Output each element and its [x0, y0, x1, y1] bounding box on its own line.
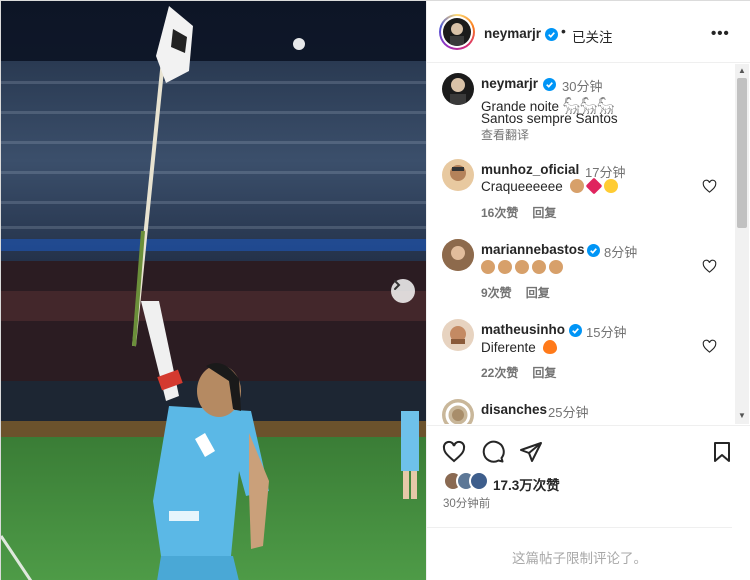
- verified-badge-icon: [569, 322, 582, 340]
- scrollbar-thumb[interactable]: [737, 78, 747, 228]
- commenter-avatar[interactable]: [442, 399, 474, 424]
- stadium-photo: [1, 1, 426, 580]
- commenter-avatar[interactable]: [442, 159, 474, 191]
- avatar-icon: [450, 326, 466, 344]
- comment-text: Craqueeeeee: [481, 177, 621, 195]
- reply-button[interactable]: 回复: [526, 286, 550, 300]
- separator-dot: •: [561, 23, 566, 39]
- follow-status-button[interactable]: 已关注: [572, 26, 613, 46]
- comments-list: neymarjr 30分钟 Grande noite 𓃵𓃵𓃵 Santos se…: [427, 64, 737, 424]
- clap-emoji-icon: [569, 179, 584, 193]
- comment-text: Diferente: [481, 340, 560, 355]
- clap-emoji-icon: [498, 260, 512, 274]
- liker-avatar: [469, 471, 489, 491]
- post-header: neymarjr • 已关注 •••: [427, 1, 750, 63]
- verified-badge-icon: [545, 26, 558, 44]
- avatar-icon: [445, 402, 471, 424]
- comment-text: [481, 260, 566, 275]
- commenter-avatar[interactable]: [442, 319, 474, 351]
- comment-time: 25分钟: [548, 405, 589, 420]
- more-options-icon[interactable]: •••: [711, 25, 730, 42]
- comments-disabled-notice: 这篇帖子限制评论了。: [427, 527, 732, 580]
- post-dialog: neymarjr • 已关注 ••• neymarjr 30分钟 Grande …: [0, 0, 750, 580]
- like-count[interactable]: 17.3万次赞: [493, 474, 560, 494]
- scroll-up-icon[interactable]: ▲: [738, 66, 746, 75]
- heart-eyes-emoji-icon: [603, 179, 618, 193]
- commenter-avatar[interactable]: [442, 239, 474, 271]
- comment-text-body: Diferente: [481, 340, 536, 355]
- chevron-right-icon: [394, 280, 401, 290]
- caption-avatar[interactable]: [442, 73, 474, 105]
- avatar-icon: [442, 239, 474, 271]
- verified-badge-icon: [587, 242, 600, 260]
- comment-meta: 16次赞 回复: [481, 204, 570, 221]
- comment-like-count[interactable]: 16次赞: [481, 206, 518, 220]
- comment-meta: 22次赞 回复: [481, 364, 570, 381]
- clap-emoji-icon: [481, 260, 495, 274]
- comment-username[interactable]: mariannebastos: [481, 242, 585, 257]
- author-username[interactable]: neymarjr: [484, 26, 541, 41]
- caption-line-2: Santos sempre Santos: [481, 111, 618, 126]
- comment-username[interactable]: matheusinho: [481, 322, 565, 337]
- avatar-icon: [450, 23, 464, 46]
- caption-username[interactable]: neymarjr: [481, 76, 538, 91]
- like-heart-icon[interactable]: [442, 440, 466, 464]
- comment-text-body: Craqueeeeee: [481, 179, 563, 194]
- see-translation-link[interactable]: 查看翻译: [481, 126, 529, 143]
- fire-emoji-icon: [542, 340, 557, 354]
- post-actions: 17.3万次赞 30分钟前: [427, 425, 750, 535]
- comment-bubble-icon[interactable]: [481, 440, 505, 464]
- comments-scrollbar[interactable]: ▲ ▼: [735, 64, 749, 424]
- comment-time: 8分钟: [604, 245, 638, 260]
- comment-username[interactable]: munhoz_oficial: [481, 162, 579, 177]
- heart-emoji-icon: [585, 177, 603, 195]
- comment-username[interactable]: disanches: [481, 402, 547, 417]
- reply-button[interactable]: 回复: [532, 366, 556, 380]
- comment-time: 15分钟: [586, 325, 627, 340]
- like-comment-heart-icon[interactable]: [702, 339, 717, 354]
- comment-like-count[interactable]: 22次赞: [481, 366, 518, 380]
- avatar-icon: [450, 165, 466, 181]
- clap-emoji-icon: [532, 260, 546, 274]
- comment-meta: 9次赞 回复: [481, 284, 564, 301]
- post-photo: [1, 1, 426, 580]
- save-bookmark-icon[interactable]: [710, 440, 734, 464]
- author-avatar[interactable]: [439, 14, 475, 50]
- share-send-icon[interactable]: [519, 440, 543, 464]
- clap-emoji-icon: [515, 260, 529, 274]
- clap-emoji-icon: [549, 260, 563, 274]
- comment-like-count[interactable]: 9次赞: [481, 286, 512, 300]
- post-sidebar: neymarjr • 已关注 ••• neymarjr 30分钟 Grande …: [426, 1, 750, 580]
- post-timestamp[interactable]: 30分钟前: [443, 495, 490, 511]
- caption-time: 30分钟: [562, 79, 603, 94]
- like-comment-heart-icon[interactable]: [702, 259, 717, 274]
- avatar-icon: [450, 78, 466, 105]
- scroll-down-icon[interactable]: ▼: [738, 411, 746, 420]
- like-comment-heart-icon[interactable]: [702, 179, 717, 194]
- verified-badge-icon: [543, 76, 556, 94]
- next-image-button[interactable]: [391, 279, 415, 303]
- reply-button[interactable]: 回复: [532, 206, 556, 220]
